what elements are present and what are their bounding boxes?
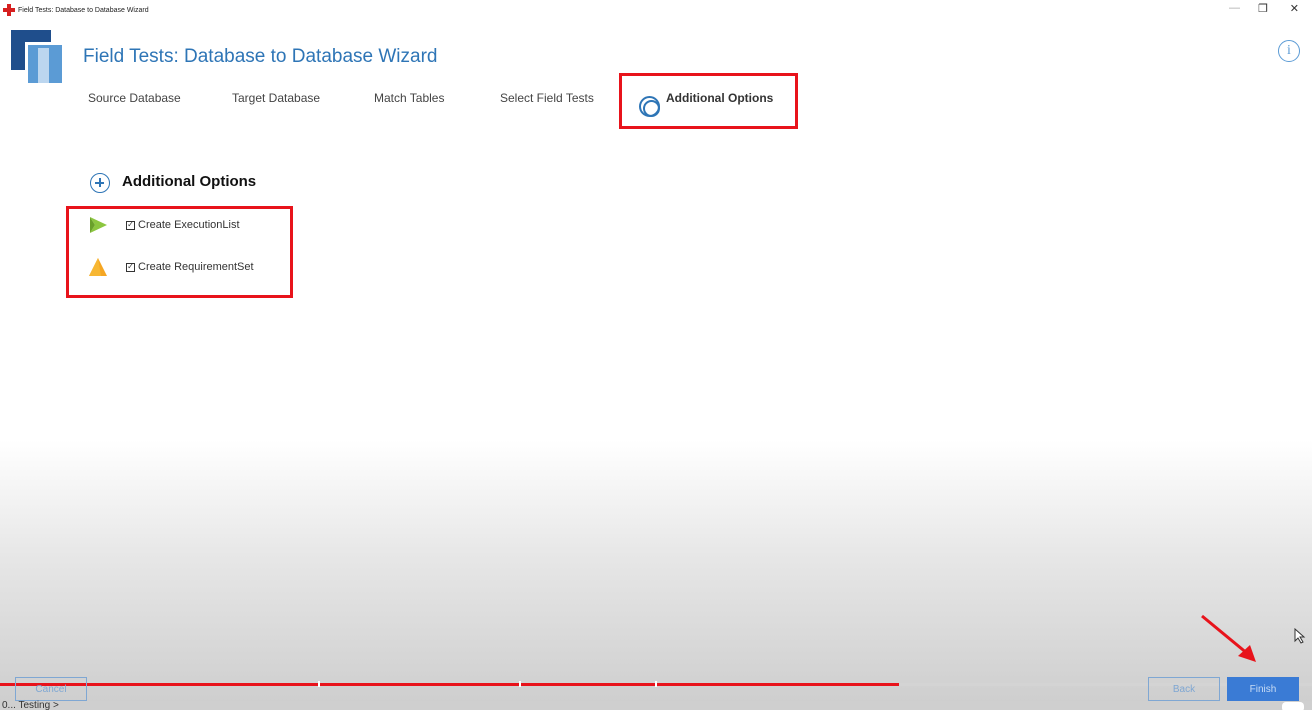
step-source-database[interactable]: Source Database (88, 91, 181, 105)
wizard-progress-bar (0, 681, 1312, 687)
mouse-cursor-icon (1294, 628, 1306, 644)
execution-list-icon (90, 217, 107, 233)
expand-plus-icon[interactable] (90, 173, 110, 193)
wizard-window: Field Tests: Database to Database Wizard… (0, 0, 1312, 710)
progress-tick (318, 681, 320, 687)
progress-tick (519, 681, 521, 687)
option-create-execution-list[interactable]: ✓ Create ExecutionList (88, 214, 240, 236)
restore-button[interactable]: ❐ (1258, 2, 1268, 15)
step-match-tables[interactable]: Match Tables (374, 91, 444, 105)
back-button[interactable]: Back (1148, 677, 1220, 701)
progress-tick (655, 681, 657, 687)
wizard-title: Field Tests: Database to Database Wizard (83, 46, 438, 67)
app-title-icon (3, 4, 15, 16)
section-title: Additional Options (122, 173, 257, 190)
finish-button[interactable]: Finish (1227, 677, 1299, 701)
highlight-box-current-step (619, 73, 798, 129)
option-label: Create RequirementSet (138, 261, 254, 273)
bottom-strip: 0... Testing > (0, 700, 1312, 710)
bottom-strip-text: 0... Testing > (2, 700, 59, 710)
close-button[interactable]: ✕ (1290, 2, 1299, 15)
bottom-knob (1282, 702, 1304, 710)
annotation-arrow (1201, 614, 1256, 662)
step-target-database[interactable]: Target Database (232, 91, 320, 105)
info-icon[interactable]: i (1278, 40, 1300, 62)
requirement-set-checkbox[interactable]: ✓ (126, 262, 135, 272)
cancel-button[interactable]: Cancel (15, 677, 87, 701)
window-title: Field Tests: Database to Database Wizard (18, 6, 149, 14)
minimize-button[interactable]: — (1229, 2, 1240, 14)
execution-list-checkbox[interactable]: ✓ (126, 220, 135, 230)
title-bar: Field Tests: Database to Database Wizard… (0, 0, 1312, 20)
option-label: Create ExecutionList (138, 219, 240, 231)
option-create-requirement-set[interactable]: ✓ Create RequirementSet (88, 256, 254, 278)
progress-fill (0, 683, 899, 686)
app-logo-icon (11, 30, 67, 86)
requirement-set-icon (89, 258, 107, 276)
step-select-field-tests[interactable]: Select Field Tests (500, 91, 594, 105)
